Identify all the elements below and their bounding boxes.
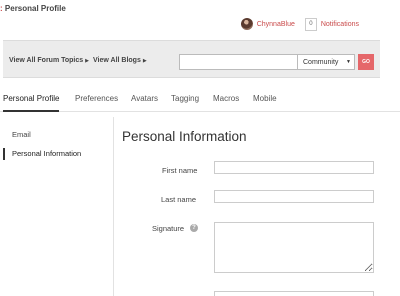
tab-personal-profile[interactable]: Personal Profile xyxy=(3,94,60,112)
tab-avatars[interactable]: Avatars xyxy=(131,94,158,112)
last-name-field[interactable] xyxy=(214,190,374,203)
tab-macros[interactable]: Macros xyxy=(213,94,239,112)
page-title: : Personal Profile xyxy=(0,4,66,13)
search-input[interactable] xyxy=(179,54,298,70)
view-all-forum-topics-link[interactable]: View All Forum Topics ▶ xyxy=(9,57,89,64)
last-name-label: Last name xyxy=(161,195,197,204)
sidebar-active-indicator xyxy=(3,148,5,160)
content-divider xyxy=(113,117,114,296)
avatar[interactable] xyxy=(240,18,253,30)
tab-preferences[interactable]: Preferences xyxy=(75,94,118,112)
scope-selected-value: Community xyxy=(303,58,339,66)
scope-select[interactable]: Community ▼ xyxy=(297,54,355,70)
blogs-label: View All Blogs xyxy=(93,57,141,64)
help-icon[interactable]: ? xyxy=(190,224,198,232)
first-name-field[interactable] xyxy=(214,161,374,174)
tab-tagging[interactable]: Tagging xyxy=(171,94,199,112)
sidebar-item-email[interactable]: Email xyxy=(12,130,31,139)
next-field-partial[interactable] xyxy=(214,291,374,296)
username-link[interactable]: ChynnaBlue xyxy=(257,21,295,28)
forum-topics-label: View All Forum Topics xyxy=(9,57,84,64)
notifications-link[interactable]: Notifications xyxy=(321,21,359,28)
page-title-text: Personal Profile xyxy=(4,4,66,13)
signature-field[interactable] xyxy=(214,222,374,273)
triangle-down-icon: ▼ xyxy=(346,59,351,65)
view-all-blogs-link[interactable]: View All Blogs ▶ xyxy=(93,57,147,64)
go-button[interactable]: GO xyxy=(358,54,374,70)
first-name-label: First name xyxy=(162,166,198,175)
signature-label: Signature xyxy=(152,224,185,233)
user-area: ChynnaBlue 0 Notifications xyxy=(240,17,359,31)
tab-mobile[interactable]: Mobile xyxy=(253,94,277,112)
section-title: Personal Information xyxy=(122,129,247,144)
sidebar-item-personal-information[interactable]: Personal Information xyxy=(12,149,81,158)
triangle-right-icon: ▶ xyxy=(85,58,90,64)
triangle-right-icon: ▶ xyxy=(142,58,147,64)
title-prefix: : xyxy=(0,4,3,13)
notification-count-badge[interactable]: 0 xyxy=(304,17,317,31)
profile-tabs: Personal Profile Preferences Avatars Tag… xyxy=(0,94,400,112)
forum-nav-bar: View All Forum Topics ▶ View All Blogs ▶ C… xyxy=(3,40,380,78)
